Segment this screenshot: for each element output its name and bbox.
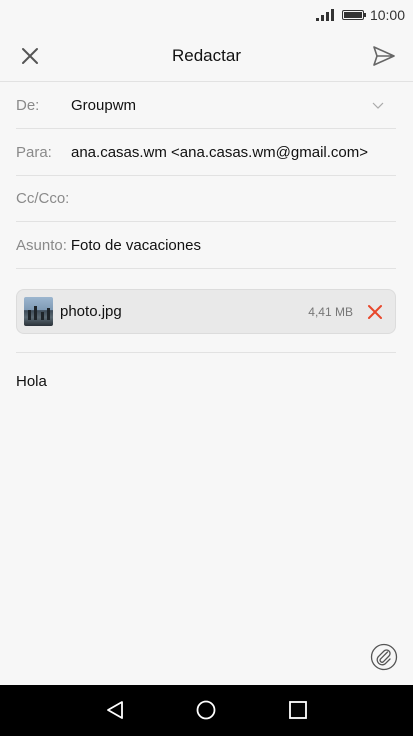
page-title: Redactar bbox=[172, 45, 241, 65]
signal-icon bbox=[315, 9, 334, 21]
status-time: 10:00 bbox=[369, 7, 405, 23]
cc-field[interactable]: Cc/Cco: bbox=[16, 176, 396, 222]
paperclip-icon[interactable] bbox=[370, 643, 398, 671]
navigation-bar bbox=[0, 685, 413, 736]
cc-label: Cc/Cco: bbox=[16, 190, 70, 207]
battery-icon bbox=[341, 10, 366, 20]
from-label: De: bbox=[16, 97, 40, 114]
divider bbox=[16, 352, 396, 353]
recent-apps-icon[interactable] bbox=[287, 699, 309, 721]
chevron-down-icon[interactable] bbox=[372, 99, 384, 111]
status-bar: 10:00 bbox=[0, 0, 413, 30]
back-icon[interactable] bbox=[104, 699, 126, 721]
to-label: Para: bbox=[16, 144, 52, 161]
from-field[interactable]: De: Groupwm bbox=[16, 83, 396, 129]
from-value: Groupwm bbox=[71, 97, 137, 114]
subject-field[interactable]: Asunto: Foto de vacaciones bbox=[16, 223, 396, 269]
send-icon[interactable] bbox=[371, 43, 397, 69]
to-value: ana.casas.wm <ana.casas.wm@gmail.com> bbox=[71, 144, 369, 161]
attachment-item[interactable]: photo.jpg 4,41 MB bbox=[16, 289, 396, 334]
message-body[interactable]: Hola bbox=[16, 373, 47, 390]
remove-attachment-icon[interactable] bbox=[367, 304, 383, 320]
subject-label: Asunto: bbox=[16, 237, 67, 254]
photo-thumbnail bbox=[24, 297, 53, 326]
subject-value: Foto de vacaciones bbox=[70, 237, 201, 254]
to-field[interactable]: Para: ana.casas.wm <ana.casas.wm@gmail.c… bbox=[16, 130, 396, 176]
attachment-name: photo.jpg bbox=[60, 303, 122, 320]
home-icon[interactable] bbox=[195, 699, 217, 721]
attachment-size: 4,41 MB bbox=[308, 304, 353, 319]
toolbar: Redactar bbox=[0, 30, 413, 82]
close-icon[interactable] bbox=[18, 44, 42, 68]
